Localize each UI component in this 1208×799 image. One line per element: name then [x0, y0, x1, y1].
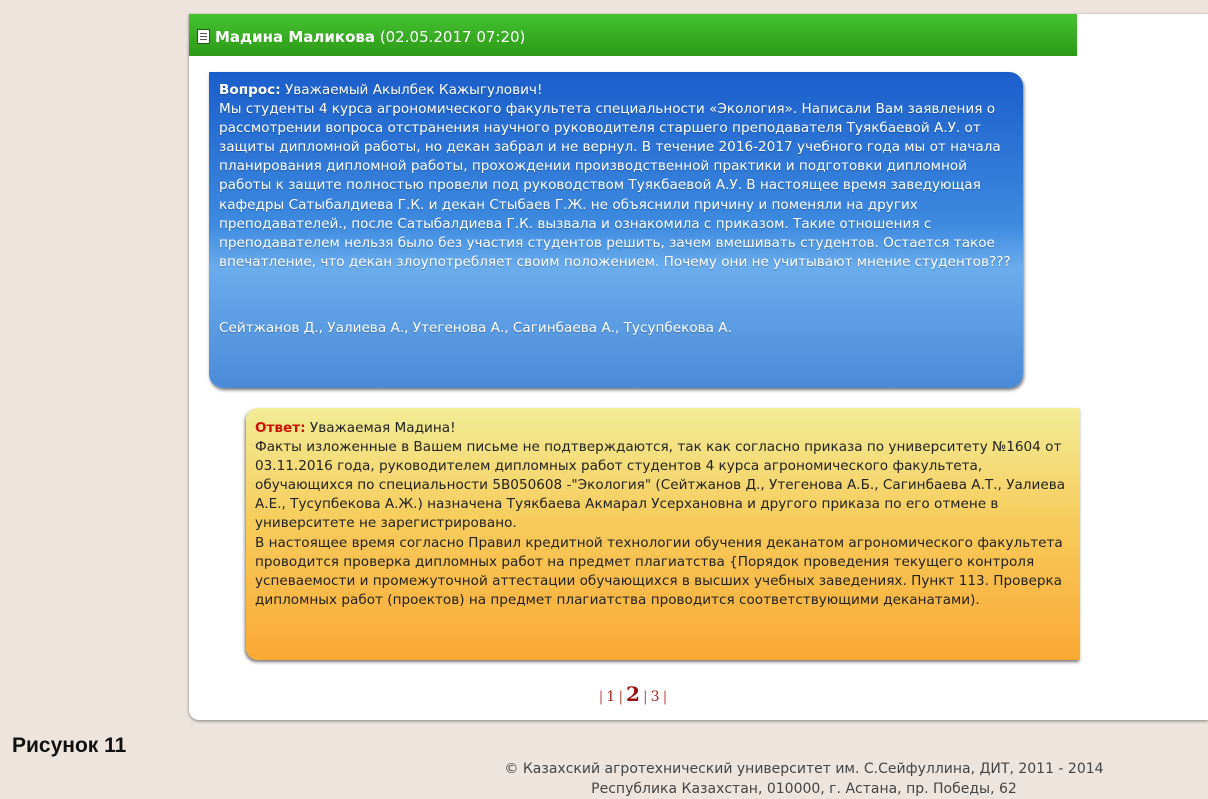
- author-name[interactable]: Мадина Маликова: [215, 28, 375, 46]
- document-icon: [197, 29, 210, 44]
- question-greeting: Уважаемый Акылбек Кажыгулович!: [285, 82, 543, 98]
- question-bubble: Вопрос: Уважаемый Акылбек Кажыгулович! М…: [209, 72, 1023, 388]
- site-footer: © Казахский агротехнический университет …: [0, 759, 1208, 799]
- page-current: 2: [626, 682, 640, 706]
- answer-paragraph-1: Факты изложенные в Вашем письме не подтв…: [255, 439, 1066, 532]
- answer-paragraph-2: В настоящее время согласно Правил кредит…: [255, 534, 1063, 608]
- message-panel: Мадина Маликова (02.05.2017 07:20) Вопро…: [189, 14, 1208, 720]
- figure-caption: Рисунок 11: [12, 734, 127, 757]
- answer-bubble: Ответ: Уважаемая Мадина! Факты изложенны…: [246, 408, 1080, 660]
- footer-address: Республика Казахстан, 010000, г. Астана,…: [591, 781, 1017, 797]
- question-label: Вопрос:: [219, 82, 281, 98]
- question-body: Мы студенты 4 курса агрономического факу…: [219, 101, 1011, 270]
- question-signature: Сейтжанов Д., Уалиева А., Утегенова А., …: [219, 319, 732, 336]
- message-datetime: (02.05.2017 07:20): [379, 28, 526, 46]
- answer-greeting: Уважаемая Мадина!: [309, 420, 456, 436]
- message-header: Мадина Маликова (02.05.2017 07:20): [189, 14, 1077, 56]
- answer-label: Ответ:: [255, 420, 306, 436]
- pagination: | 1 | 2 | 3 |: [598, 682, 668, 706]
- page-link-1[interactable]: 1: [603, 689, 618, 705]
- page-link-3[interactable]: 3: [648, 689, 663, 705]
- footer-copyright: © Казахский агротехнический университет …: [504, 761, 1104, 777]
